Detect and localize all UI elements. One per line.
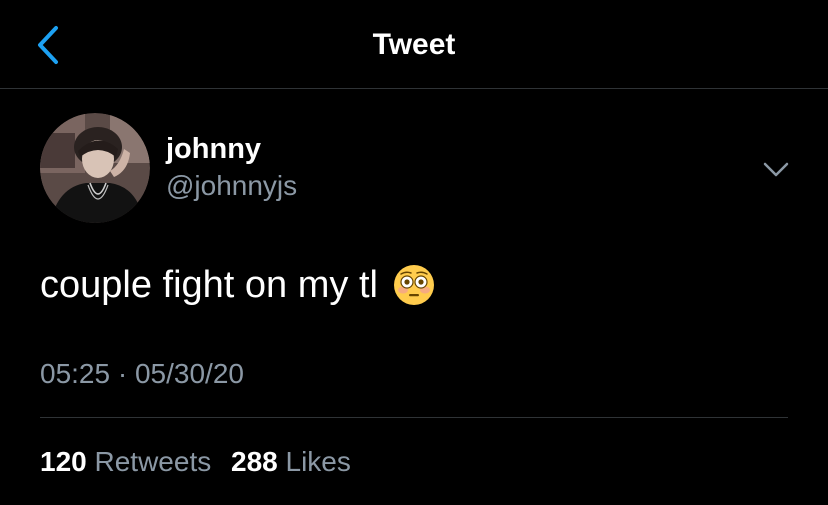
top-bar: Tweet [0, 0, 828, 89]
tweet-text: couple fight on my tl [40, 264, 378, 306]
tweet-stats: 120 Retweets 288 Likes [40, 446, 351, 478]
flushed-face-emoji [392, 263, 436, 307]
like-count: 288 [231, 446, 278, 477]
chevron-down-icon [763, 162, 789, 177]
likes-label: Likes [285, 446, 351, 477]
retweets-label: Retweets [94, 446, 212, 477]
avatar[interactable] [40, 113, 150, 223]
tweet-body: couple fight on my tl [40, 262, 436, 308]
retweets-stat[interactable]: 120 Retweets [40, 446, 211, 477]
timestamp-separator: · [117, 358, 128, 389]
display-name[interactable]: johnny [166, 132, 261, 166]
page-title: Tweet [372, 28, 456, 61]
divider [40, 417, 788, 418]
likes-stat[interactable]: 288 Likes [231, 446, 351, 477]
tweet-time: 05:25 [40, 358, 111, 389]
more-options-button[interactable] [760, 156, 792, 182]
tweet-date: 05/30/20 [134, 358, 244, 389]
retweet-count: 120 [40, 446, 87, 477]
tweet-timestamp[interactable]: 05:25 · 05/30/20 [40, 358, 244, 390]
user-handle[interactable]: @johnnyjs [166, 170, 297, 202]
avatar-image [40, 113, 150, 223]
